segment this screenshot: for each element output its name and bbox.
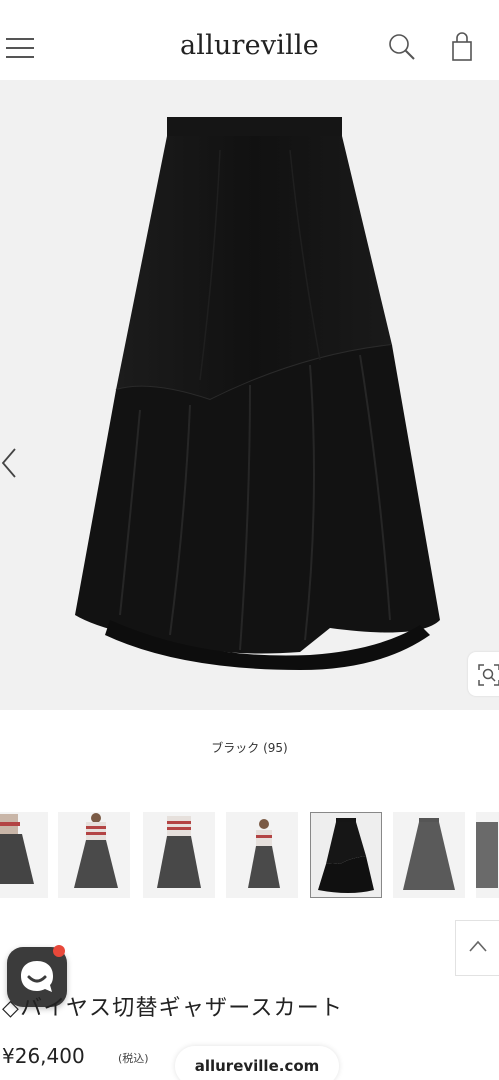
color-label: ブラック (95) <box>211 741 288 755</box>
browser-url-bar[interactable]: allureville.com <box>175 1046 339 1080</box>
skirt-image <box>75 117 440 670</box>
shopping-bag-icon[interactable] <box>448 32 476 64</box>
tax-note: (税込) <box>118 1052 149 1065</box>
chevron-up-icon <box>469 940 487 952</box>
thumbnail-6[interactable] <box>393 812 465 898</box>
thumbnail-strip <box>0 812 499 900</box>
product-price: ¥26,400 <box>2 1044 85 1068</box>
zoom-icon[interactable] <box>468 652 499 696</box>
thumbnail-4[interactable] <box>226 812 298 898</box>
product-image[interactable] <box>0 80 499 710</box>
site-logo[interactable]: allureville <box>0 30 499 61</box>
product-title: ◇バイヤス切替ギャザースカート <box>2 996 344 1021</box>
prev-image-chevron-left-icon[interactable] <box>0 445 20 481</box>
site-header: allureville <box>0 0 499 80</box>
thumbnail-7[interactable] <box>476 812 499 898</box>
chat-notification-badge <box>53 945 65 957</box>
scroll-to-top-button[interactable] <box>455 920 499 976</box>
thumbnail-5-selected[interactable] <box>310 812 382 898</box>
thumbnail-2[interactable] <box>58 812 130 898</box>
thumbnail-1[interactable] <box>0 812 48 898</box>
thumbnail-3[interactable] <box>143 812 215 898</box>
search-icon[interactable] <box>386 32 418 64</box>
